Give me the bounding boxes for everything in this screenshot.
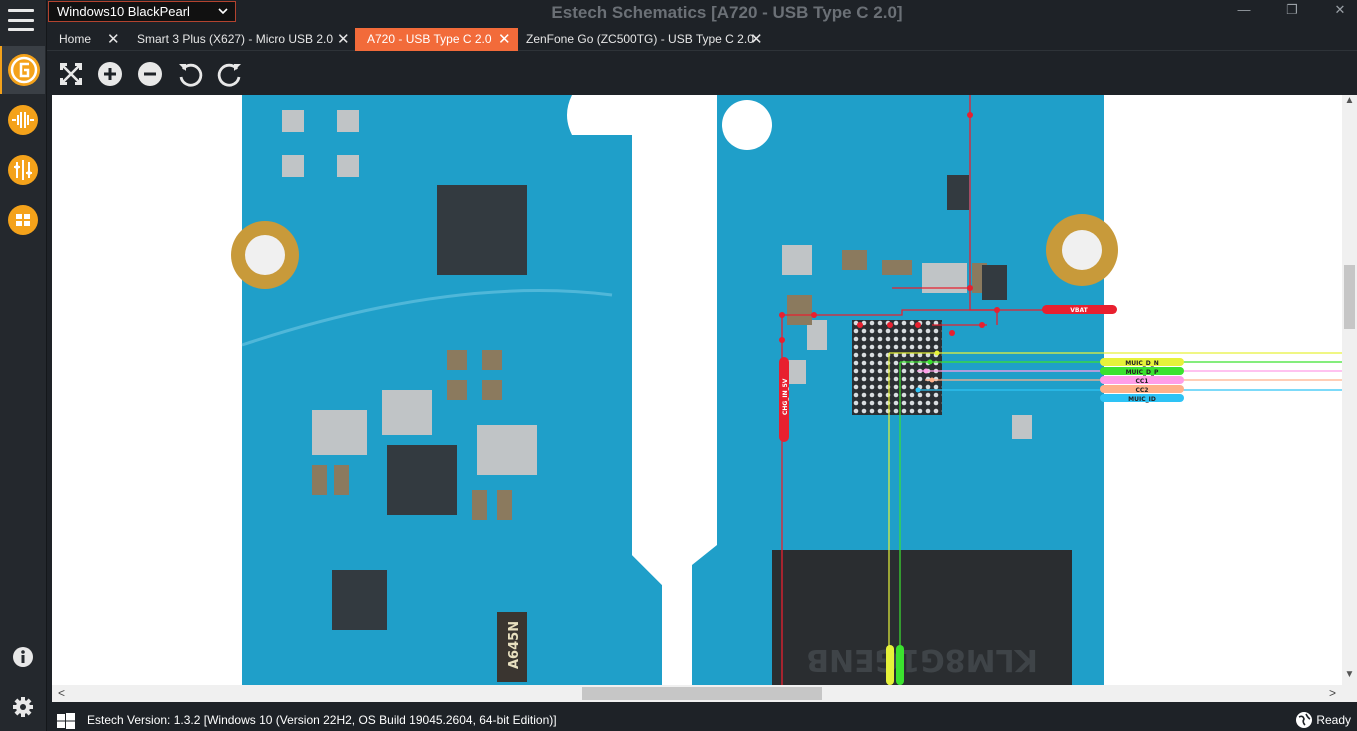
tab-label: Smart 3 Plus (X627) - Micro USB 2.0 — [137, 32, 334, 46]
window-title: Estech Schematics [A720 - USB Type C 2.0… — [551, 3, 903, 22]
sidebar-item-signal[interactable] — [0, 96, 45, 144]
tab-home[interactable]: Home ✕ — [47, 28, 123, 51]
tab-close-icon[interactable]: ✕ — [750, 28, 763, 51]
menu-icon[interactable] — [8, 9, 34, 31]
tab-close-icon[interactable]: ✕ — [498, 28, 511, 51]
scroll-corner — [1342, 685, 1357, 702]
title-bar: Windows10 BlackPearl Estech Schematics [… — [47, 0, 1357, 28]
horizontal-scrollbar[interactable]: < > — [52, 685, 1342, 702]
board-image[interactable]: A645N KLM8G1GENB CHG_IN_5V VBAT MUIC_D_N… — [52, 95, 1342, 685]
sidebar-item-circuit[interactable] — [0, 146, 45, 194]
net-label-muic-d-n: MUIC_D_N — [1125, 360, 1158, 367]
net-label-chg-in-5v: CHG_IN_5V — [782, 378, 789, 415]
charger-chip — [387, 445, 457, 515]
scroll-right-arrow[interactable]: > — [1329, 685, 1336, 702]
scroll-left-arrow[interactable]: < — [58, 685, 65, 702]
status-bar: Estech Version: 1.3.2 [Windows 10 (Versi… — [47, 709, 1357, 731]
skin-dropdown-value: Windows10 BlackPearl — [57, 4, 190, 19]
close-button[interactable]: ✕ — [1317, 0, 1357, 22]
a645n-marking: A645N — [507, 621, 522, 669]
small-ic-chip — [332, 570, 387, 630]
info-button[interactable] — [0, 638, 45, 676]
schematic-canvas[interactable]: A645N KLM8G1GENB CHG_IN_5V VBAT MUIC_D_N… — [52, 95, 1342, 685]
network-globe-icon — [1296, 712, 1312, 728]
rotate-left-icon[interactable] — [176, 60, 204, 88]
gear-icon — [12, 697, 33, 717]
info-icon — [12, 647, 33, 667]
circuit-icon — [7, 155, 38, 185]
sidebar-item-ic[interactable] — [0, 196, 45, 244]
sidebar — [0, 0, 47, 731]
minimize-button[interactable]: — — [1221, 0, 1267, 22]
net-label-cc2: CC2 — [1136, 387, 1149, 394]
tab-zenfone-go[interactable]: ZenFone Go (ZC500TG) - USB Type C 2.0 ✕ — [514, 28, 776, 51]
tab-smart-3-plus[interactable]: Smart 3 Plus (X627) - Micro USB 2.0 ✕ — [125, 28, 355, 51]
tab-label: ZenFone Go (ZC500TG) - USB Type C 2.0 — [526, 32, 754, 46]
tab-label: A720 - USB Type C 2.0 — [367, 32, 492, 46]
app-window: Windows10 BlackPearl Estech Schematics [… — [0, 0, 1357, 731]
tab-label: Home — [59, 32, 92, 46]
net-label-cc1: CC1 — [1136, 378, 1149, 385]
vertical-scrollbar[interactable]: ▲ ▼ — [1342, 95, 1357, 685]
tab-close-icon[interactable]: ✕ — [107, 28, 120, 51]
net-label-muic-d-p: MUIC_D_P — [1126, 369, 1159, 376]
gsm-logo-icon — [7, 54, 40, 86]
net-label-vbat: VBAT — [1070, 307, 1088, 314]
toolbar — [47, 52, 1357, 94]
chevron-down-icon — [217, 2, 229, 28]
scroll-down-arrow[interactable]: ▼ — [1342, 669, 1357, 680]
ic-chip-icon — [7, 205, 38, 235]
pmic-chip — [437, 185, 527, 275]
version-text: Estech Version: 1.3.2 [Windows 10 (Versi… — [87, 713, 557, 727]
scroll-up-arrow[interactable]: ▲ — [1342, 95, 1357, 106]
settings-button[interactable] — [0, 688, 45, 726]
rotate-right-icon[interactable] — [216, 60, 244, 88]
horizontal-scroll-thumb[interactable] — [582, 687, 822, 700]
fit-screen-icon[interactable] — [57, 60, 85, 88]
status-ready: Ready — [1316, 713, 1351, 727]
emmc-marking: KLM8G1GENB — [806, 642, 1038, 677]
zoom-in-icon[interactable] — [96, 60, 124, 88]
tab-bar: Home ✕ Smart 3 Plus (X627) - Micro USB 2… — [47, 28, 1357, 51]
net-label-muic-id: MUIC_ID — [1128, 396, 1156, 403]
skin-dropdown[interactable]: Windows10 BlackPearl — [48, 1, 236, 22]
usb-controller-bga — [852, 320, 942, 415]
zoom-out-icon[interactable] — [136, 60, 164, 88]
windows-logo-icon — [57, 713, 75, 729]
sidebar-item-gsm[interactable] — [0, 46, 45, 94]
tab-a720[interactable]: A720 - USB Type C 2.0 ✕ — [355, 28, 518, 51]
vertical-scroll-thumb[interactable] — [1344, 265, 1355, 329]
signal-icon — [7, 105, 38, 135]
restore-button[interactable]: ❐ — [1269, 0, 1315, 22]
tab-close-icon[interactable]: ✕ — [337, 28, 350, 51]
